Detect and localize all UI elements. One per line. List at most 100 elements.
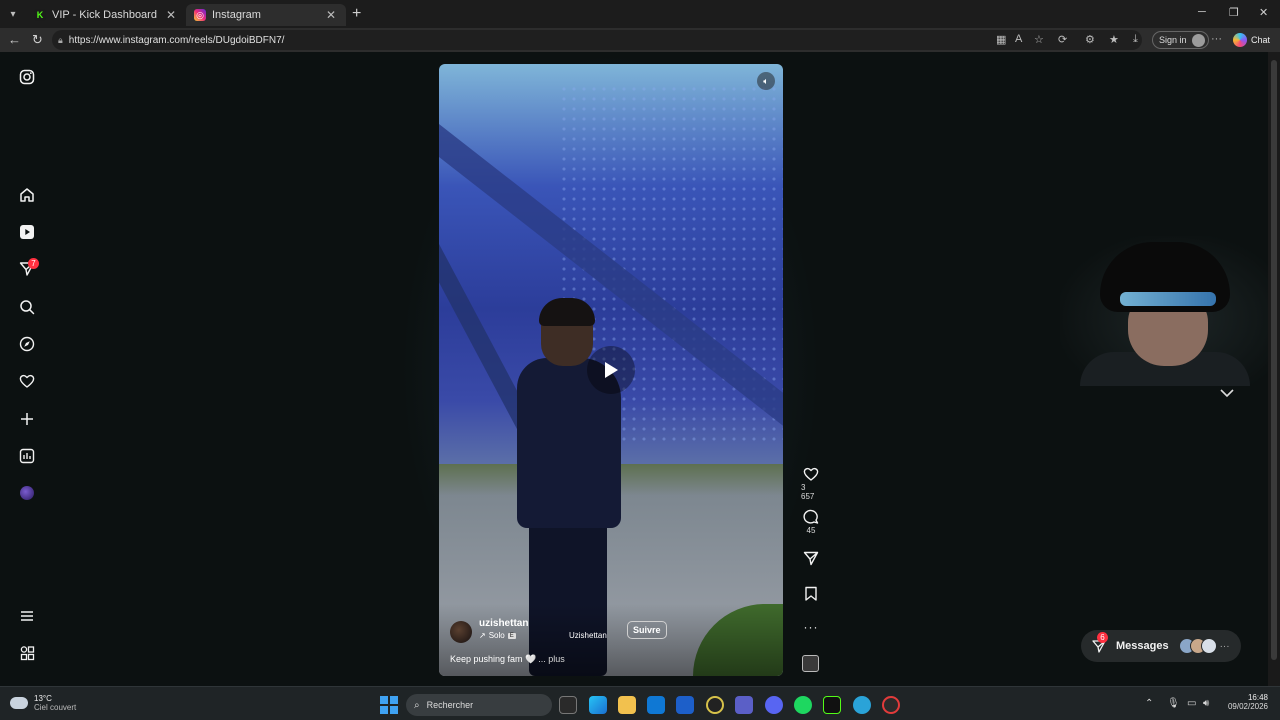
tab-title: Instagram [212,9,261,21]
scrollbar-thumb[interactable] [1271,60,1277,660]
messages-send-icon: 6 [1091,632,1108,654]
messages-badge: 6 [1097,632,1108,643]
sign-in-label: Sign in [1159,35,1187,45]
app-available-icon[interactable]: ▦ [996,33,1006,46]
bookmark-icon [805,586,817,601]
tab-kick-dashboard[interactable]: K VIP - Kick Dashboard ✕ [26,4,186,26]
weather-temp: 13°C [34,694,52,703]
like-button[interactable]: 3 657 [801,466,821,501]
kick-favicon-icon: K [34,9,46,21]
microphone-icon[interactable]: 🎙︎ [1167,698,1180,709]
instagram-favicon-icon: ◎ [194,9,206,21]
explicit-badge: E [507,632,516,639]
windows-taskbar: 13°C Ciel couvert ⌕ Rechercher ⌃ 🎙︎ ▭ 🔊︎… [0,686,1280,720]
search-icon[interactable] [18,298,36,316]
profile-avatar[interactable] [18,484,36,502]
follow-button[interactable]: Suivre [627,621,667,639]
network-icon[interactable]: ▭ [1187,698,1196,709]
taskbar-search[interactable]: ⌕ Rechercher [406,694,552,716]
comment-count: 45 [806,526,816,535]
extensions-icon[interactable]: ⚙ [1085,33,1095,46]
lock-icon[interactable]: 🔒︎ [58,35,63,46]
also-from-meta-icon[interactable] [18,644,36,662]
task-view-icon[interactable] [559,696,577,714]
page-scrollbar[interactable] [1268,52,1280,686]
messages-button[interactable]: 6 Messages ··· [1081,630,1241,662]
play-button[interactable] [587,346,635,394]
search-icon: ⌕ [414,699,420,711]
read-aloud-icon[interactable]: A [1015,33,1022,45]
notifications-badge: 7 [28,258,39,269]
explore-compass-icon[interactable] [18,335,36,353]
more-menu-icon[interactable] [18,607,36,625]
author-username[interactable]: uzishettan [479,618,528,629]
heart-icon [803,467,819,481]
copilot-chat-button[interactable]: Chat [1233,31,1270,49]
file-explorer-icon[interactable] [618,696,636,714]
maximize-icon[interactable]: ❐ [1229,6,1239,19]
telegram-icon[interactable] [853,696,871,714]
refresh-extension-icon[interactable]: ⟳ [1058,33,1067,46]
direct-messages-icon[interactable]: 7 [18,258,39,278]
mute-toggle-icon[interactable]: 🔈︎ [757,72,775,90]
collab-owner-label[interactable]: Uzishettan [569,631,607,640]
caption-text: Keep pushing fam 🤍 [450,654,537,664]
edge-browser-icon[interactable] [589,696,607,714]
back-arrow-icon[interactable]: ← [8,32,21,47]
discord-icon[interactable] [765,696,783,714]
refresh-icon[interactable]: ↻ [32,32,43,48]
favorites-icon[interactable]: ★ [1109,33,1119,46]
url-text: https://www.instagram.com/reels/DUgdoiBD… [68,34,285,46]
chat-label: Chat [1251,35,1271,45]
app-icon[interactable] [882,696,900,714]
outlook-icon[interactable] [647,696,665,714]
start-button-windows-icon[interactable] [380,696,398,714]
weather-widget[interactable]: 13°C Ciel couvert [10,694,76,712]
dashboard-chart-icon[interactable] [18,447,36,465]
weather-desc: Ciel couvert [34,703,77,712]
comment-button[interactable]: 45 [801,509,821,535]
close-tab-icon[interactable]: ✕ [324,8,338,22]
create-plus-icon[interactable] [18,410,36,428]
caption-more-link[interactable]: ... plus [538,654,565,664]
app-icon[interactable] [706,696,724,714]
profile-avatar-icon [1191,33,1205,47]
reels-icon[interactable] [18,223,36,241]
play-icon [605,362,618,378]
scroll-next-chevron-icon[interactable] [1216,384,1238,402]
favorite-star-icon[interactable]: ☆ [1034,33,1044,46]
downloads-icon[interactable]: ⤓ [1133,33,1138,46]
tray-chevron-icon[interactable]: ⌃ [1145,698,1153,709]
minimize-icon[interactable]: ─ [1198,6,1206,18]
address-bar[interactable]: 🔒︎ https://www.instagram.com/reels/DUgdo… [52,30,1142,50]
reel-caption: Keep pushing fam 🤍... plus [450,654,565,665]
store-icon[interactable] [676,696,694,714]
reel-video[interactable]: 🔈︎ uzishettan ↗ Solo E Uzishettan Suivre… [439,64,783,676]
more-options-button[interactable]: ··· [801,620,821,634]
share-icon [803,551,819,566]
close-window-icon[interactable]: ✕ [1259,6,1268,19]
teams-icon[interactable] [735,696,753,714]
spotify-icon[interactable] [794,696,812,714]
original-audio-thumbnail[interactable] [802,655,819,672]
close-tab-icon[interactable]: ✕ [164,8,178,22]
share-button[interactable] [801,551,821,566]
volume-icon[interactable]: 🔊︎ [1203,698,1209,709]
author-avatar[interactable] [450,621,472,643]
audio-arrow-icon: ↗ [479,631,486,640]
clock-time: 16:48 [1247,693,1268,702]
tab-actions-chevron-icon[interactable]: ▾ [4,5,22,23]
clock[interactable]: 16:48 09/02/2026 [1220,693,1268,711]
tab-instagram[interactable]: ◎ Instagram ✕ [186,4,346,26]
audio-track[interactable]: ↗ Solo E [479,631,516,640]
copilot-icon [1233,33,1247,47]
more-menu-icon[interactable]: ··· [1211,33,1222,45]
home-icon[interactable] [18,186,36,204]
instagram-logo-icon[interactable] [18,68,36,86]
new-tab-plus-icon[interactable]: + [352,5,361,23]
sign-in-button[interactable]: Sign in [1152,31,1209,49]
notifications-heart-icon[interactable] [18,372,36,390]
kick-app-icon[interactable] [823,696,841,714]
tab-title: VIP - Kick Dashboard [52,9,157,21]
save-button[interactable] [801,586,821,601]
